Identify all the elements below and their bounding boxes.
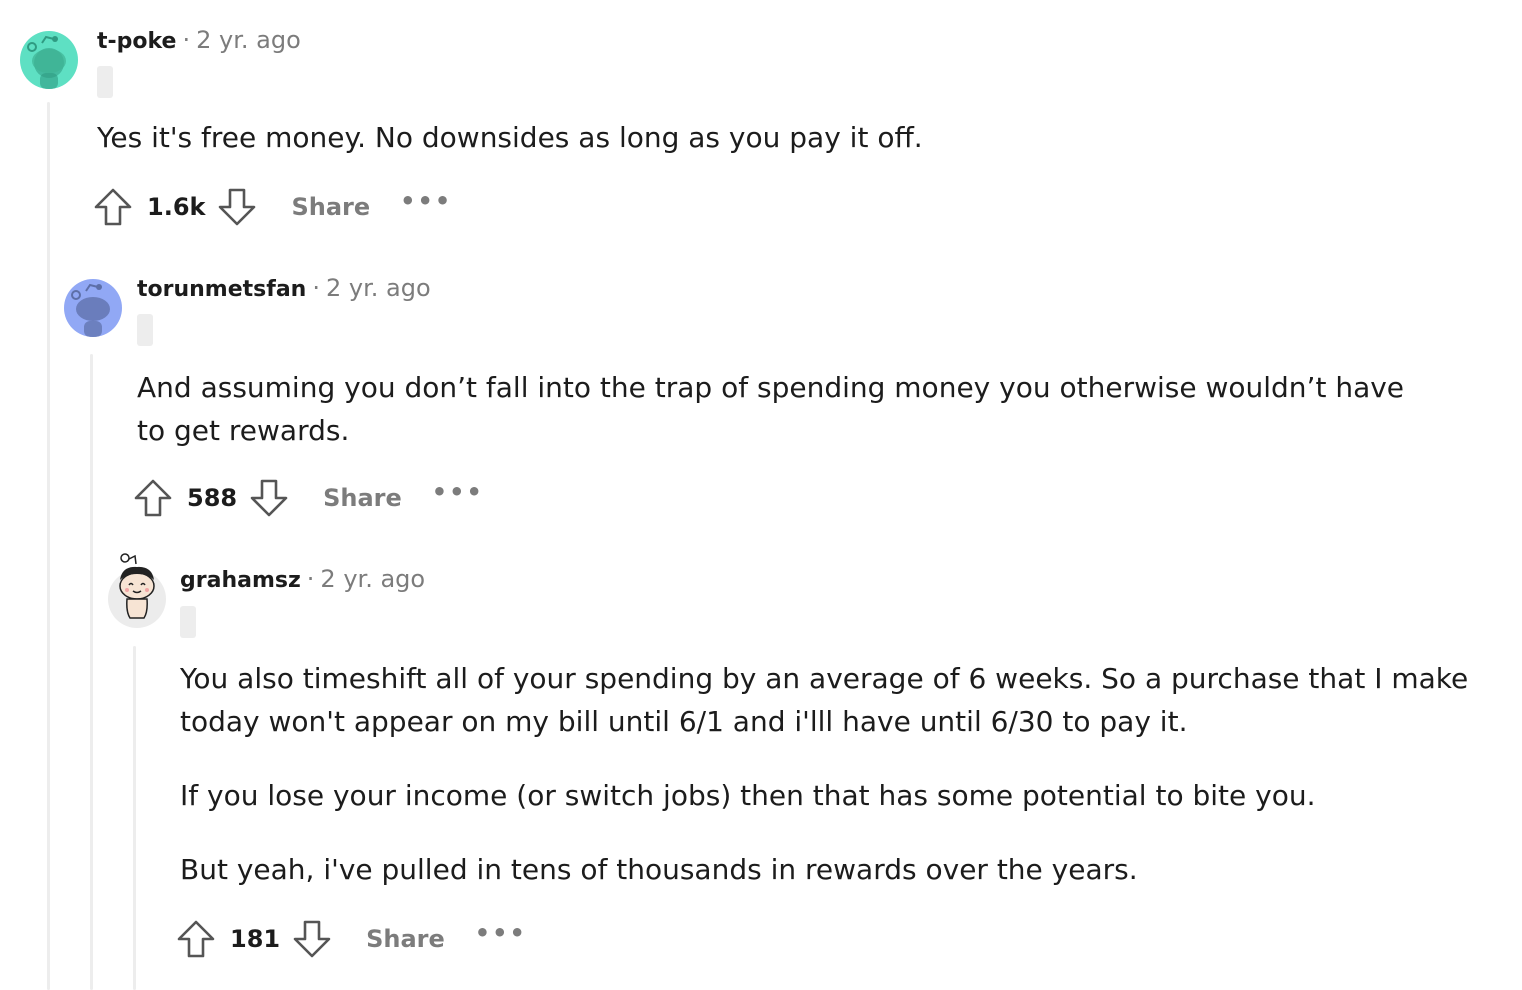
custom-snoo-avatar-icon [119,553,155,619]
comment-meta: t-poke · 2 yr. ago [97,25,301,57]
thread-line-3[interactable] [133,646,136,990]
flair-placeholder [97,66,113,98]
share-button[interactable]: Share [291,193,370,221]
comment-actions: 588 Share ••• [133,476,484,520]
timestamp[interactable]: 2 yr. ago [320,565,425,593]
avatar[interactable] [64,279,122,337]
downvote-icon [250,479,288,517]
share-button[interactable]: Share [366,925,445,953]
timestamp[interactable]: 2 yr. ago [326,274,431,302]
upvote-button[interactable] [93,187,133,227]
comment-meta: torunmetsfan · 2 yr. ago [137,273,431,305]
more-options-button[interactable]: ••• [400,187,452,215]
downvote-button[interactable] [217,187,257,227]
vote-score: 1.6k [147,193,206,221]
comment-paragraph: Yes it's free money. No downsides as lon… [97,121,923,154]
timestamp[interactable]: 2 yr. ago [196,26,301,54]
meta-separator: · [306,565,315,593]
thread-line-2[interactable] [90,354,93,990]
thread-line-1[interactable] [47,102,50,990]
downvote-icon [293,920,331,958]
downvote-button[interactable] [249,478,289,518]
flair-placeholder [137,314,153,346]
meta-separator: · [182,26,191,54]
comment-paragraph: If you lose your income (or switch jobs)… [180,779,1316,812]
comment-actions: 181 Share ••• [176,917,527,961]
comment-paragraph: You also timeshift all of your spending … [180,662,1469,738]
comment-actions: 1.6k Share ••• [93,185,452,229]
meta-separator: · [312,274,320,302]
share-button[interactable]: Share [323,484,402,512]
downvote-icon [219,188,256,226]
vote-score: 588 [187,484,238,512]
avatar[interactable] [20,31,78,89]
upvote-icon [94,188,132,226]
more-options-button[interactable]: ••• [432,478,484,506]
snoo-avatar-icon [71,283,110,337]
comment-paragraph: But yeah, i've pulled in tens of thousan… [180,853,1138,886]
snoo-avatar-icon [27,35,66,89]
comment-paragraph: And assuming you don’t fall into the tra… [137,371,1405,447]
flair-placeholder [180,606,196,638]
comment-meta: grahamsz · 2 yr. ago [180,564,425,596]
upvote-button[interactable] [176,919,216,959]
comment-body: And assuming you don’t fall into the tra… [137,366,1427,452]
vote-score: 181 [230,925,281,953]
upvote-icon [177,920,215,958]
more-options-button[interactable]: ••• [475,919,527,947]
avatar[interactable] [108,553,166,628]
downvote-button[interactable] [292,919,332,959]
author-name[interactable]: torunmetsfan [137,277,306,302]
upvote-button[interactable] [133,478,173,518]
author-name[interactable]: t-poke [97,29,176,54]
comment-body: You also timeshift all of your spending … [180,657,1470,891]
comment-body: Yes it's free money. No downsides as lon… [97,116,1457,159]
author-name[interactable]: grahamsz [180,568,301,593]
upvote-icon [134,479,172,517]
